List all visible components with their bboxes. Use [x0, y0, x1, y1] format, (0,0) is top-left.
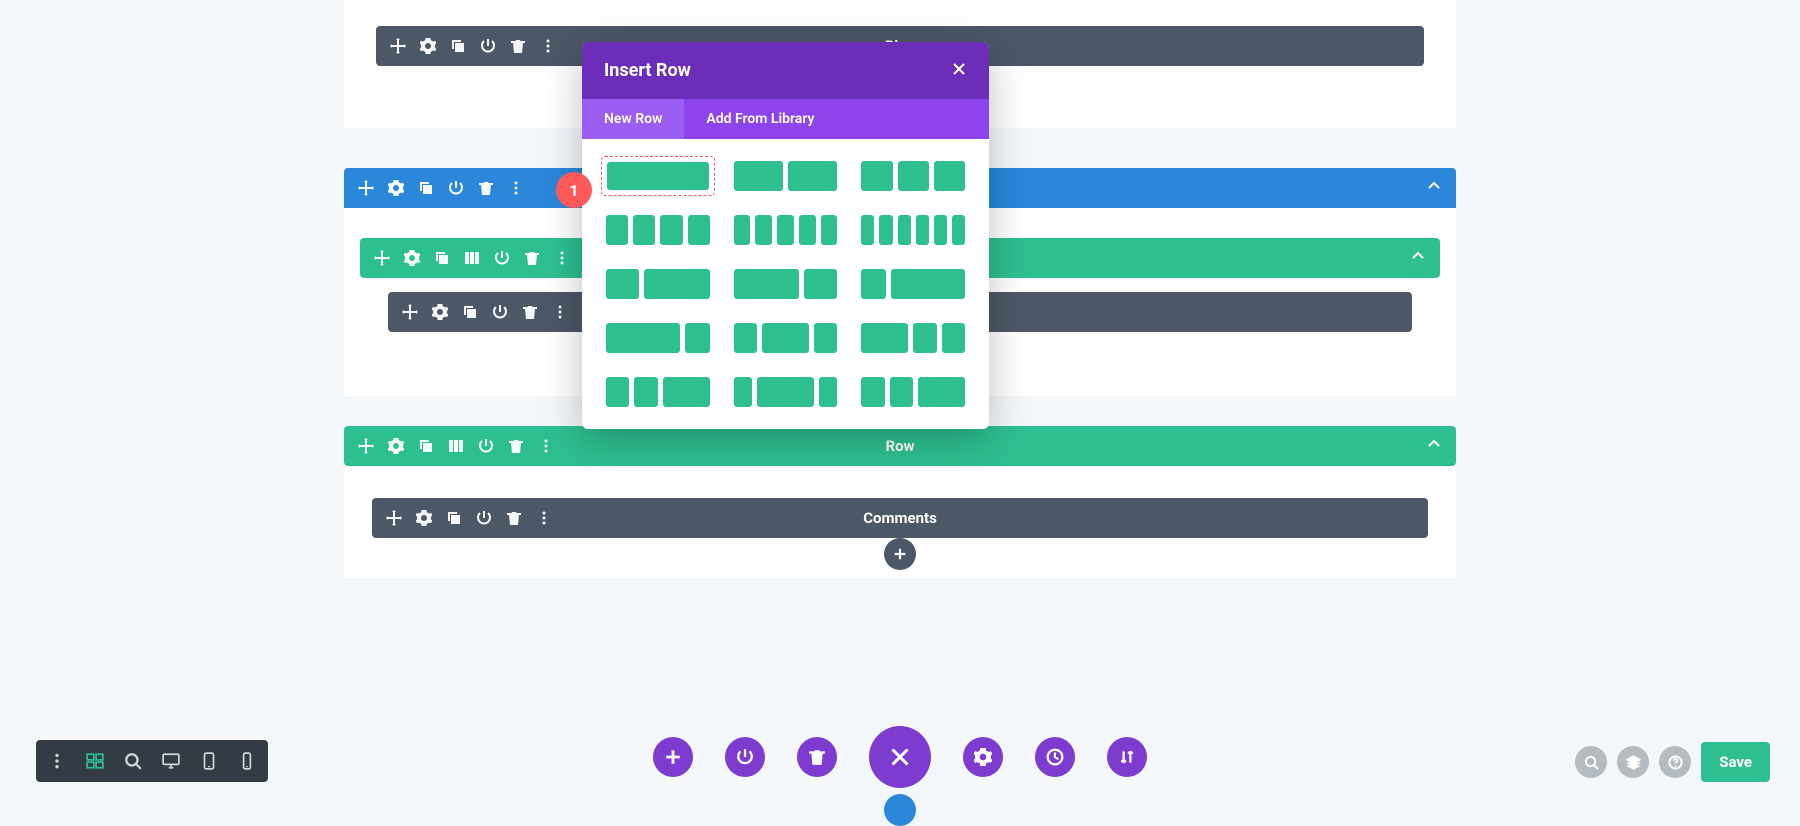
layout-4col[interactable] [606, 215, 710, 245]
trash-icon[interactable] [508, 438, 524, 454]
layout-2col[interactable] [734, 161, 838, 191]
move-icon[interactable] [390, 38, 406, 54]
more-icon[interactable] [536, 510, 552, 526]
move-icon[interactable] [386, 510, 402, 526]
zoom-icon[interactable] [124, 752, 142, 770]
gear-icon[interactable] [404, 250, 420, 266]
layout-5col[interactable] [734, 215, 838, 245]
add-button[interactable] [653, 737, 693, 777]
chevron-up-icon[interactable] [1426, 436, 1442, 456]
duplicate-icon[interactable] [450, 38, 466, 54]
module-comments-header[interactable]: Comments [372, 498, 1428, 538]
layout-3col[interactable] [861, 161, 965, 191]
gear-icon[interactable] [432, 304, 448, 320]
row-title: Row [885, 437, 914, 455]
layout-1-1-1-2[interactable] [861, 377, 965, 407]
layers-icon[interactable] [1617, 746, 1649, 778]
modal-title: Insert Row [604, 60, 691, 81]
trash-icon[interactable] [522, 304, 538, 320]
close-icon[interactable] [951, 61, 967, 81]
tablet-view-icon[interactable] [200, 752, 218, 770]
chevron-up-icon[interactable] [1410, 248, 1426, 268]
columns-icon[interactable] [464, 250, 480, 266]
desktop-view-icon[interactable] [162, 752, 180, 770]
layout-1-3-1[interactable] [734, 377, 838, 407]
trash-icon[interactable] [506, 510, 522, 526]
close-builder-button[interactable] [869, 726, 931, 788]
trash-icon[interactable] [510, 38, 526, 54]
help-save-bar: Save [1575, 742, 1770, 782]
duplicate-icon[interactable] [418, 180, 434, 196]
layout-1-3[interactable] [861, 269, 965, 299]
gear-icon[interactable] [388, 438, 404, 454]
move-icon[interactable] [374, 250, 390, 266]
layout-2-1[interactable] [734, 269, 838, 299]
duplicate-icon[interactable] [446, 510, 462, 526]
move-icon[interactable] [358, 438, 374, 454]
help-icon[interactable] [1659, 746, 1691, 778]
history-button[interactable] [1035, 737, 1075, 777]
trash-button[interactable] [797, 737, 837, 777]
power-button[interactable] [725, 737, 765, 777]
layout-1col[interactable] [601, 156, 715, 196]
gear-icon[interactable] [388, 180, 404, 196]
duplicate-icon[interactable] [434, 250, 450, 266]
add-section-button[interactable] [884, 794, 916, 826]
toolbar-more-icon[interactable] [48, 752, 66, 770]
layout-6col[interactable] [861, 215, 965, 245]
chevron-up-icon[interactable] [1426, 178, 1442, 198]
duplicate-icon[interactable] [462, 304, 478, 320]
more-icon[interactable] [554, 250, 570, 266]
gear-icon[interactable] [416, 510, 432, 526]
row-header-2[interactable]: Row [344, 426, 1456, 466]
phone-view-icon[interactable] [238, 752, 256, 770]
move-icon[interactable] [402, 304, 418, 320]
main-action-bar [653, 726, 1147, 788]
find-icon[interactable] [1575, 746, 1607, 778]
settings-button[interactable] [963, 737, 1003, 777]
more-icon[interactable] [552, 304, 568, 320]
power-icon[interactable] [448, 180, 464, 196]
move-icon[interactable] [358, 180, 374, 196]
layout-1-2-1[interactable] [734, 323, 838, 353]
swap-button[interactable] [1107, 737, 1147, 777]
wireframe-view-icon[interactable] [86, 752, 104, 770]
more-icon[interactable] [508, 180, 524, 196]
power-icon[interactable] [494, 250, 510, 266]
save-button[interactable]: Save [1701, 742, 1770, 782]
tab-add-from-library[interactable]: Add From Library [684, 99, 836, 139]
layout-2-1-1[interactable] [861, 323, 965, 353]
insert-row-modal: Insert Row New Row Add From Library [582, 42, 989, 429]
layout-3-1[interactable] [606, 323, 710, 353]
more-icon[interactable] [538, 438, 554, 454]
duplicate-icon[interactable] [418, 438, 434, 454]
more-icon[interactable] [540, 38, 556, 54]
power-icon[interactable] [476, 510, 492, 526]
module-comments-title: Comments [863, 509, 937, 527]
power-icon[interactable] [478, 438, 494, 454]
columns-icon[interactable] [448, 438, 464, 454]
add-module-button[interactable] [884, 538, 916, 570]
power-icon[interactable] [480, 38, 496, 54]
view-toolbar [36, 740, 268, 782]
layout-1-2[interactable] [606, 269, 710, 299]
power-icon[interactable] [492, 304, 508, 320]
layout-1-1-2[interactable] [606, 377, 710, 407]
gear-icon[interactable] [420, 38, 436, 54]
annotation-step-1: 1 [556, 172, 592, 208]
tab-new-row[interactable]: New Row [582, 99, 684, 139]
trash-icon[interactable] [524, 250, 540, 266]
trash-icon[interactable] [478, 180, 494, 196]
